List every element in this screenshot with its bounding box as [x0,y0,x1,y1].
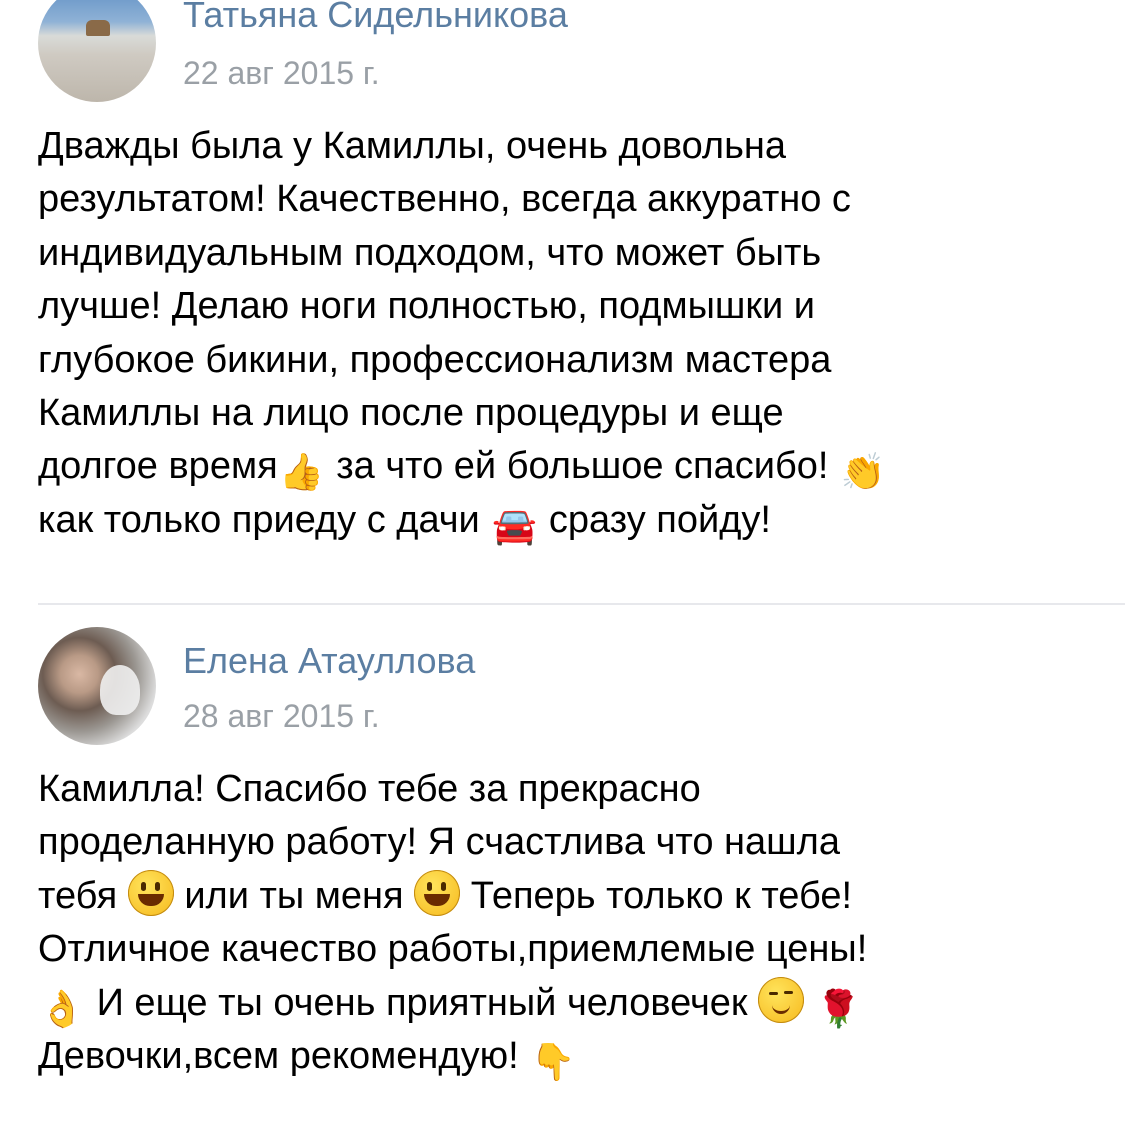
text-fragment: лучше! Делаю ноги полностью, подмышки и [38,285,816,328]
avatar-image-figure [100,665,140,715]
rose-icon: 🌹 [816,988,862,1030]
pointing-down-icon: 👇 [530,1042,576,1084]
text-fragment: Девочки,всем рекомендую! [38,1035,519,1078]
thumbs-up-icon: 👍 [279,452,325,494]
car-icon: 🚘 [491,505,537,547]
comment-text: Дважды была у Камиллы, очень довольна ре… [38,120,1098,547]
author-name[interactable]: Татьяна Сидельникова [183,0,568,36]
text-line: Камиллы на лицо после процедуры и еще [38,387,1098,440]
text-fragment: Камилла! Спасибо тебе за прекрасно [38,768,701,810]
text-fragment: Дважды была у Камиллы, очень довольна [38,125,787,167]
text-fragment: за что ей большое спасибо! [325,445,829,488]
text-fragment: как только приеду с дачи [38,498,480,541]
text-fragment: или ты меня [184,874,404,917]
winking-face-icon [758,976,805,1023]
text-fragment: тебя [38,874,118,917]
text-line: проделанную работу! Я счастлива что нашл… [38,816,1098,869]
text-line: тебя или ты меня Теперь только к тебе! [38,869,1098,923]
text-line: индивидуальным подходом, что может быть [38,227,1098,280]
comment-date[interactable]: 28 авг 2015 г. [183,698,380,735]
text-line: Девочки,всем рекомендую! 👇 [38,1030,1098,1083]
avatar[interactable] [38,627,156,745]
text-line: Камилла! Спасибо тебе за прекрасно [38,763,1098,816]
author-name[interactable]: Елена Атауллова [183,640,475,682]
text-fragment: глубокое бикини, профессионализм мастера [38,338,832,381]
avatar-image-figure [86,20,110,36]
text-fragment: Отличное качество работы,приемлемые цены… [38,928,868,971]
text-fragment: Камиллы на лицо после процедуры и еще [38,392,784,435]
comment-date[interactable]: 22 авг 2015 г. [183,55,380,92]
clapping-hands-icon: 👏 [840,452,886,494]
text-line: Отличное качество работы,приемлемые цены… [38,923,1098,976]
text-fragment: проделанную работу! Я счастлива что нашл… [38,821,840,864]
text-fragment: результатом! Качественно, всегда аккурат… [38,178,851,221]
text-line: Дважды была у Камиллы, очень довольна [38,120,1098,173]
text-line: как только приеду с дачи 🚘 сразу пойду! [38,494,1098,547]
smiley-face-icon [414,869,461,916]
text-line: 👌 И еще ты очень приятный человечек 🌹 [38,976,1098,1030]
text-fragment: индивидуальным подходом, что может быть [38,231,822,274]
text-fragment: сразу пойду! [538,498,771,541]
comment-text: Камилла! Спасибо тебе за прекрасно проде… [38,763,1098,1083]
comment-divider [38,603,1125,605]
text-fragment: И еще ты очень приятный человечек [96,981,748,1024]
ok-hand-icon: 👌 [39,988,85,1030]
text-line: долгое время👍 за что ей большое спасибо!… [38,440,1098,493]
smiley-face-icon [127,869,174,916]
text-line: результатом! Качественно, всегда аккурат… [38,173,1098,226]
text-line: лучше! Делаю ноги полностью, подмышки и [38,280,1098,333]
text-fragment: долгое время [38,445,278,488]
text-line: глубокое бикини, профессионализм мастера [38,334,1098,387]
text-fragment: Теперь только к тебе! [470,874,853,917]
avatar[interactable] [38,0,156,102]
